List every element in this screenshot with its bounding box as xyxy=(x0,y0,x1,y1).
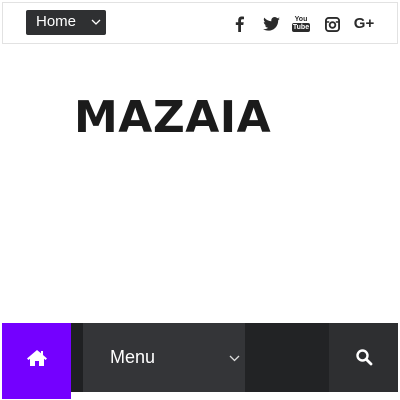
menu-label: Menu xyxy=(110,347,156,367)
home-select-label: Home xyxy=(36,13,77,30)
google-plus-text: G+ xyxy=(353,15,375,32)
search-icon xyxy=(356,349,373,366)
youtube-icon[interactable]: You Tube xyxy=(291,13,311,35)
home-icon xyxy=(27,350,47,366)
twitter-icon[interactable] xyxy=(261,13,281,35)
nav-spacer xyxy=(245,323,329,392)
menu-button[interactable]: Menu xyxy=(83,323,245,392)
site-logo[interactable]: MAZAIA xyxy=(74,91,271,145)
chevron-down-icon xyxy=(91,19,101,25)
chevron-down-icon xyxy=(229,355,240,362)
main-nav-bar: Menu xyxy=(2,323,398,399)
instagram-icon[interactable] xyxy=(323,13,341,35)
top-bar: Home You Tube G+ xyxy=(2,2,398,44)
youtube-icon-text-bottom: Tube xyxy=(291,23,311,32)
google-plus-icon[interactable]: G+ xyxy=(351,13,377,35)
home-select[interactable]: Home xyxy=(26,10,106,35)
nav-divider xyxy=(71,323,83,392)
nav-home-button[interactable] xyxy=(2,323,71,399)
search-button[interactable] xyxy=(329,323,398,392)
youtube-icon-text-top: You xyxy=(294,16,308,23)
facebook-icon[interactable] xyxy=(231,13,247,35)
